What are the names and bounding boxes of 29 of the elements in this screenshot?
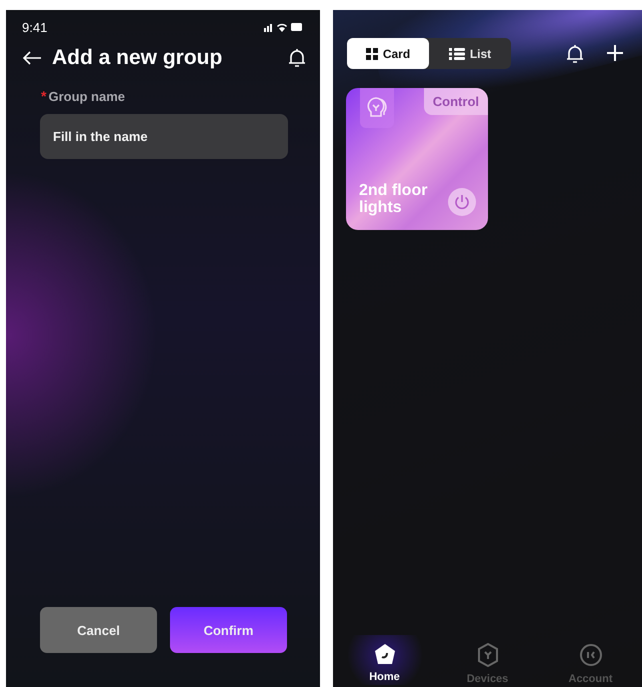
notification-button[interactable] — [566, 44, 584, 64]
cancel-button[interactable]: Cancel — [40, 607, 157, 653]
nav-tab[interactable]: Devices — [442, 635, 532, 685]
page-title: Add a new group — [52, 46, 224, 70]
grid-icon — [366, 48, 378, 60]
bell-icon — [288, 48, 306, 68]
list-icon — [448, 48, 465, 60]
home-icon — [374, 643, 396, 665]
card-title: 2nd floor lights — [359, 182, 428, 217]
status-time: 9:41 — [22, 20, 48, 34]
view-tab[interactable]: Card — [347, 38, 429, 69]
account-icon — [578, 643, 602, 667]
view-tab[interactable]: List — [429, 38, 511, 69]
field-label: Group name — [48, 88, 126, 104]
confirm-button[interactable]: Confirm — [170, 607, 287, 653]
bulb-icon — [360, 88, 394, 128]
input-field[interactable]: Fill in the name — [40, 114, 288, 159]
required-asterisk: * — [41, 88, 46, 104]
add-button[interactable] — [606, 44, 624, 64]
notification-button[interactable] — [288, 48, 306, 68]
back-button[interactable] — [22, 50, 42, 66]
power-button[interactable] — [448, 188, 476, 216]
status-icons — [264, 22, 304, 32]
nav-tab[interactable]: Account — [546, 635, 636, 685]
bell-icon — [566, 44, 584, 64]
hexagon-icon — [476, 643, 498, 667]
power-icon — [454, 194, 470, 210]
group-card[interactable]: Control 2nd floor lights — [346, 88, 488, 230]
control-badge: Control — [424, 88, 488, 115]
